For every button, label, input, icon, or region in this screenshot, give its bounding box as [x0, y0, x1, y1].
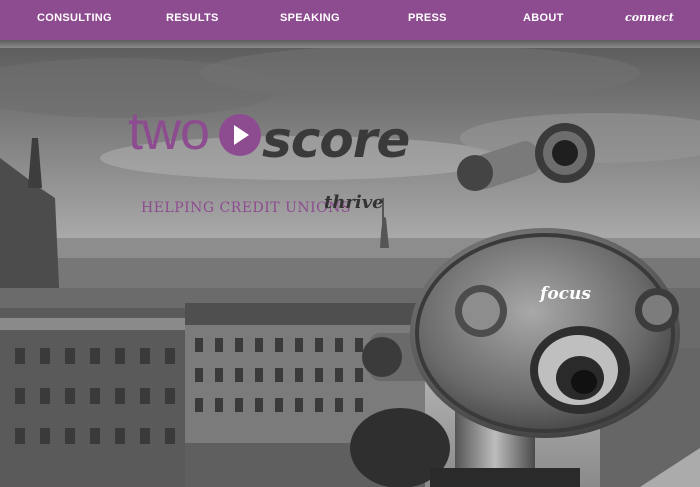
- nav-divider: [0, 40, 700, 48]
- telescope-focus-label: focus: [540, 284, 591, 304]
- logo-text-two: two: [128, 101, 210, 161]
- nav-item-press[interactable]: PRESS: [408, 12, 447, 24]
- tagline-script: thrive: [324, 192, 384, 213]
- nav-item-consulting[interactable]: CONSULTING: [37, 12, 112, 24]
- logo-text-score: score: [262, 111, 410, 169]
- nav-item-about[interactable]: ABOUT: [523, 12, 564, 24]
- tagline: HELPING CREDIT UNIONS: [141, 200, 351, 216]
- play-icon: [219, 114, 261, 156]
- main-nav: CONSULTING RESULTS SPEAKING PRESS ABOUT …: [0, 0, 700, 40]
- nav-item-connect[interactable]: connect: [625, 11, 674, 24]
- nav-item-results[interactable]: RESULTS: [166, 12, 219, 24]
- nav-item-speaking[interactable]: SPEAKING: [280, 12, 340, 24]
